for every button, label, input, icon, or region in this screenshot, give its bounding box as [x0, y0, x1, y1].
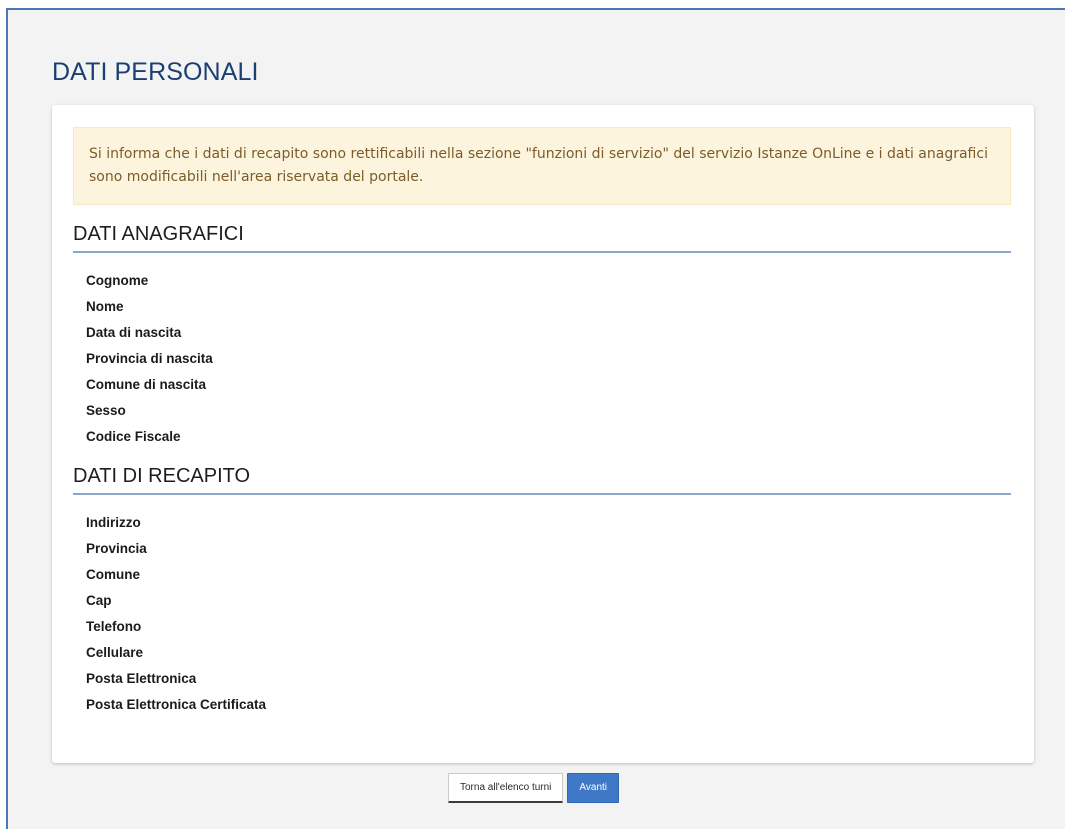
field-label-provincia: Provincia: [86, 541, 147, 556]
field-label-provincia-nascita: Provincia di nascita: [86, 351, 213, 366]
field-label-data-nascita: Data di nascita: [86, 325, 182, 340]
info-notice: Si informa che i dati di recapito sono r…: [73, 127, 1011, 205]
field-label-codice-fiscale: Codice Fiscale: [86, 429, 181, 444]
section-title-recapito: DATI DI RECAPITO: [73, 465, 1011, 495]
page-frame: DATI PERSONALI Si informa che i dati di …: [6, 8, 1065, 829]
field-label-cap: Cap: [86, 593, 112, 608]
field-label-comune: Comune: [86, 567, 140, 582]
personal-data-card: Si informa che i dati di recapito sono r…: [52, 105, 1034, 763]
field-label-telefono: Telefono: [86, 619, 142, 634]
next-button[interactable]: Avanti: [567, 773, 620, 803]
field-label-posta-elettronica: Posta Elettronica: [86, 671, 197, 686]
page-title: DATI PERSONALI: [52, 58, 259, 86]
back-to-list-button[interactable]: Torna all'elenco turni: [448, 773, 564, 803]
section-title-anagrafici: DATI ANAGRAFICI: [73, 223, 1011, 253]
field-label-sesso: Sesso: [86, 403, 126, 418]
anagrafici-field-list: Cognome Nome Data di nascita Provincia d…: [86, 268, 213, 450]
form-actions: Torna all'elenco turni Avanti: [448, 773, 620, 803]
field-label-cognome: Cognome: [86, 273, 149, 288]
field-label-indirizzo: Indirizzo: [86, 515, 141, 530]
field-label-nome: Nome: [86, 299, 124, 314]
field-label-cellulare: Cellulare: [86, 645, 144, 660]
field-label-comune-nascita: Comune di nascita: [86, 377, 207, 392]
recapito-field-list: Indirizzo Provincia Comune Cap Telefono …: [86, 510, 266, 718]
field-label-pec: Posta Elettronica Certificata: [86, 697, 267, 712]
